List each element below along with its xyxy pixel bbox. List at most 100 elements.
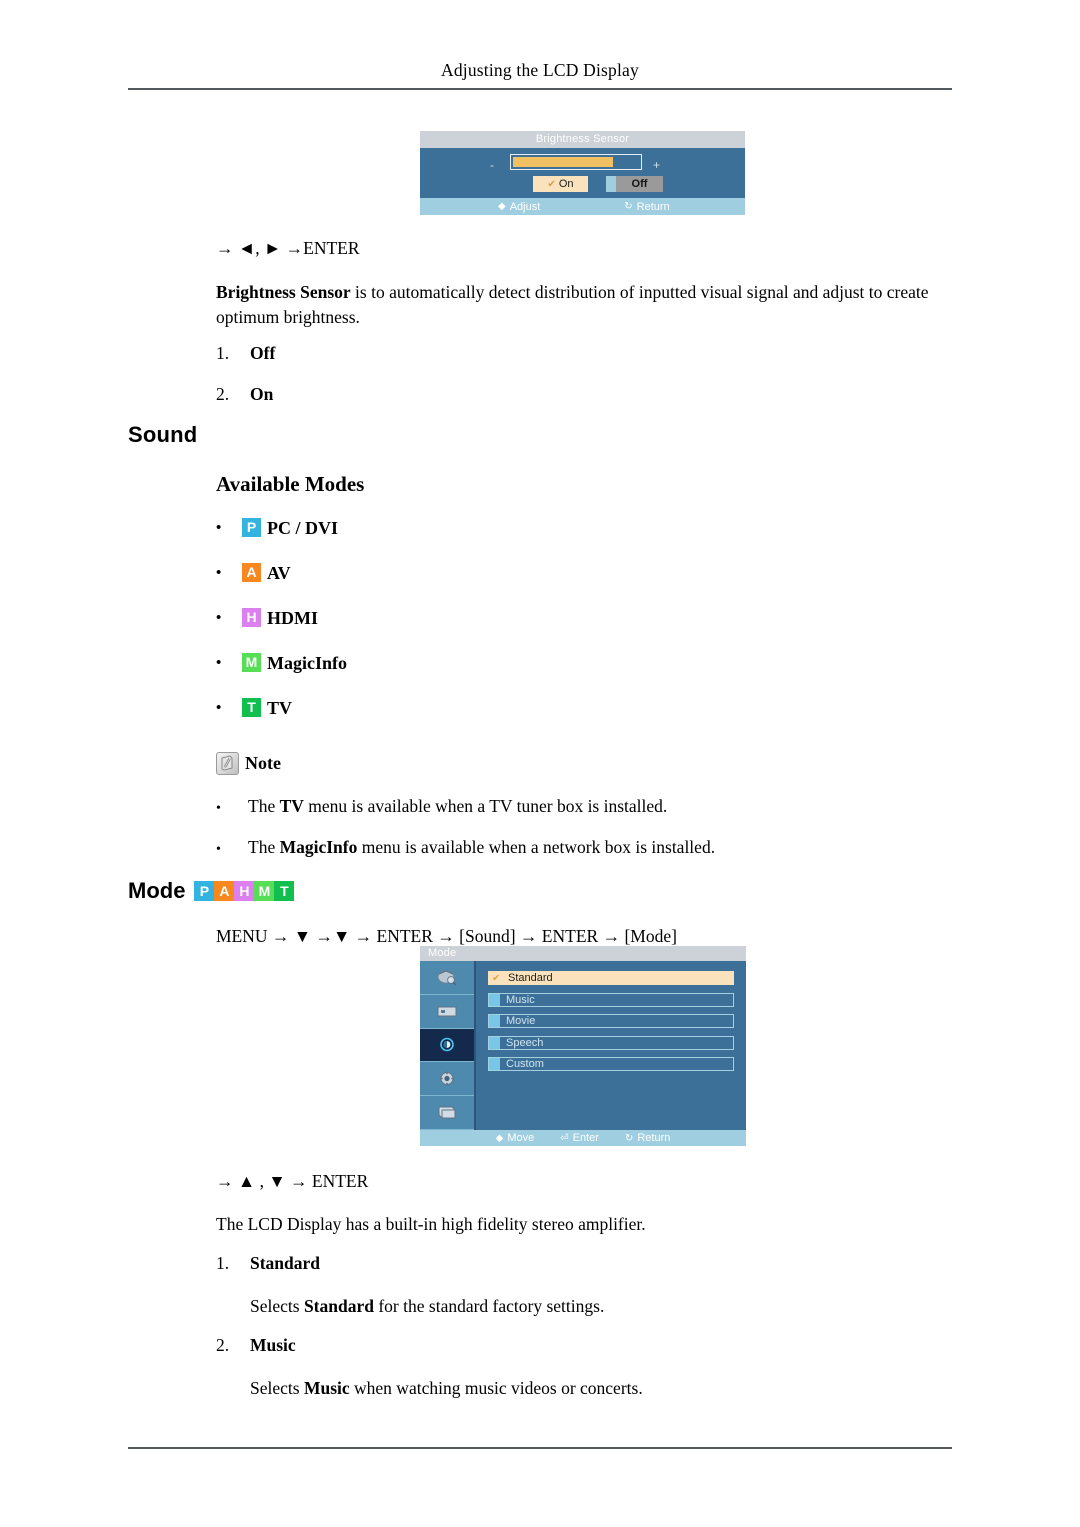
enter-icon: ⏎ (560, 1132, 569, 1144)
return-label: Return (637, 1132, 671, 1144)
list-number: 1. (216, 343, 230, 363)
mode-label: TV (267, 698, 293, 718)
list-label: On (250, 384, 274, 404)
bullet-icon: • (216, 842, 221, 857)
bullet-icon: • (216, 700, 222, 716)
item-marker (489, 1058, 500, 1070)
available-modes-heading: Available Modes (216, 472, 365, 496)
multicontrol-icon (438, 1106, 456, 1119)
mode-option-1-title: 1. Standard (216, 1253, 320, 1274)
note-text-bold: MagicInfo (279, 837, 358, 857)
mode-label: MagicInfo (267, 653, 347, 673)
list-label: Standard (250, 1253, 321, 1273)
mode-menu-path: MENU → ▼ →▼ → ENTER → [Sound] → ENTER → … (216, 926, 677, 947)
osd-main: ✔ Standard Music Movie Speech Custom (420, 961, 746, 1130)
osd-mode-item-standard[interactable]: ✔ Standard (488, 971, 734, 985)
osd-sidebar (420, 961, 476, 1130)
mode-menu-path-text: MENU → ▼ →▼ → ENTER → [Sound] → ENTER → … (216, 926, 677, 946)
list-number: 2. (216, 1335, 230, 1355)
mode-badge-tv-icon: T (242, 698, 261, 717)
bullet-icon: • (216, 655, 222, 671)
desc-pre: Selects (250, 1296, 304, 1316)
mode-badge-strip: P A H M T (194, 881, 295, 901)
note-label: Note (245, 753, 281, 773)
mode-keypath: → ▲ , ▼ → ENTER (216, 1171, 369, 1191)
note-text-bold: TV (279, 796, 304, 816)
desc-bold: Music (303, 1378, 350, 1398)
list-item: • The MagicInfo menu is available when a … (216, 837, 715, 878)
osd-mode-item-custom[interactable]: Custom (488, 1057, 734, 1071)
screen-icon (437, 1006, 457, 1017)
desc-post: when watching music videos or concerts. (349, 1378, 643, 1398)
brightness-option-1: 1. Off (216, 343, 275, 364)
osd-footer: ◆ Move ⏎ Enter ↻ Return (420, 1130, 746, 1146)
mode-badge-hdmi-icon: H (242, 608, 261, 627)
document-page: Adjusting the LCD Display Brightness Sen… (0, 0, 1080, 1527)
osd-brightness-sensor: Brightness Sensor - + ✔ On Off ◆ Adjust ↻… (420, 131, 745, 215)
minus-icon[interactable]: - (490, 159, 494, 171)
footer-divider (128, 1447, 952, 1449)
mode-badge-tv-icon: T (274, 881, 295, 901)
osd-mode-item-speech[interactable]: Speech (488, 1035, 734, 1050)
item-marker (489, 993, 500, 1006)
plus-icon[interactable]: + (653, 159, 660, 171)
mode-badge-magicinfo-icon: M (242, 653, 261, 672)
mode-badge-pc-icon: P (194, 881, 215, 901)
available-modes-list: • P PC / DVI • A AV • H HDMI • M MagicIn… (216, 518, 347, 743)
sidebar-item-setup[interactable] (420, 1062, 474, 1097)
adjust-icon: ◆ (498, 201, 506, 212)
brightness-option-2: 2. On (216, 384, 273, 405)
slider-fill (513, 157, 613, 167)
section-heading-mode: Mode P A H M T (128, 878, 295, 904)
osd-mode-item-music[interactable]: Music (488, 992, 734, 1007)
mode-option-1-desc: Selects Standard for the standard factor… (250, 1294, 604, 1319)
sidebar-item-screen[interactable] (420, 994, 474, 1029)
osd-mode-item-label: Movie (506, 1015, 536, 1027)
osd-mode-item-label: Music (506, 993, 535, 1006)
item-marker (489, 1036, 500, 1049)
osd-title: Mode (420, 946, 746, 961)
check-icon: ✔ (492, 972, 501, 984)
list-label: Off (250, 343, 276, 363)
adjust-label: Adjust (509, 200, 541, 213)
item-marker (489, 1015, 500, 1027)
bullet-icon: • (216, 610, 222, 626)
list-number: 2. (216, 384, 230, 404)
brightness-off-button[interactable]: Off (606, 176, 663, 192)
move-icon: ◆ (495, 1132, 504, 1144)
brightness-paragraph: Brightness Sensor is to automatically de… (216, 280, 956, 330)
mode-label: HDMI (267, 608, 318, 628)
note-text-post: menu is available when a TV tuner box is… (303, 796, 668, 816)
sidebar-item-multicontrol[interactable] (420, 1096, 474, 1130)
bullet-icon: • (216, 565, 222, 581)
sidebar-item-picture[interactable] (420, 961, 474, 995)
mode-badge-av-icon: A (242, 563, 261, 582)
brightness-paragraph-bold: Brightness Sensor (216, 282, 351, 302)
sidebar-item-sound[interactable] (420, 1028, 474, 1063)
desc-pre: Selects (250, 1378, 304, 1398)
check-icon: ✔ (547, 179, 556, 190)
footer-return: ↻ Return (625, 1132, 670, 1144)
osd-mode-list: ✔ Standard Music Movie Speech Custom (476, 961, 746, 1130)
note-text-post: menu is available when a network box is … (357, 837, 716, 857)
list-label: Music (250, 1335, 296, 1355)
note-text-pre: The (248, 837, 280, 857)
header-divider (128, 88, 952, 90)
osd-mode-item-label: Custom (506, 1058, 544, 1070)
bullet-icon: • (216, 801, 221, 816)
sound-icon (440, 1038, 454, 1052)
enter-label: Enter (572, 1132, 599, 1144)
osd-mode-item-movie[interactable]: Movie (488, 1014, 734, 1028)
brightness-on-button[interactable]: ✔ On (533, 176, 588, 192)
page-header-title: Adjusting the LCD Display (441, 60, 639, 80)
mode-badge-magicinfo-icon: M (254, 881, 275, 901)
setup-icon (440, 1071, 454, 1086)
list-item: • T TV (216, 698, 347, 743)
off-label: Off (631, 178, 648, 190)
osd-mode-item-label: Speech (506, 1036, 544, 1049)
desc-bold: Standard (303, 1296, 374, 1316)
brightness-slider[interactable] (510, 154, 642, 170)
bullet-icon: • (216, 520, 222, 536)
mode-paragraph: The LCD Display has a built-in high fide… (216, 1214, 646, 1234)
mode-heading-label: Mode (128, 878, 186, 903)
